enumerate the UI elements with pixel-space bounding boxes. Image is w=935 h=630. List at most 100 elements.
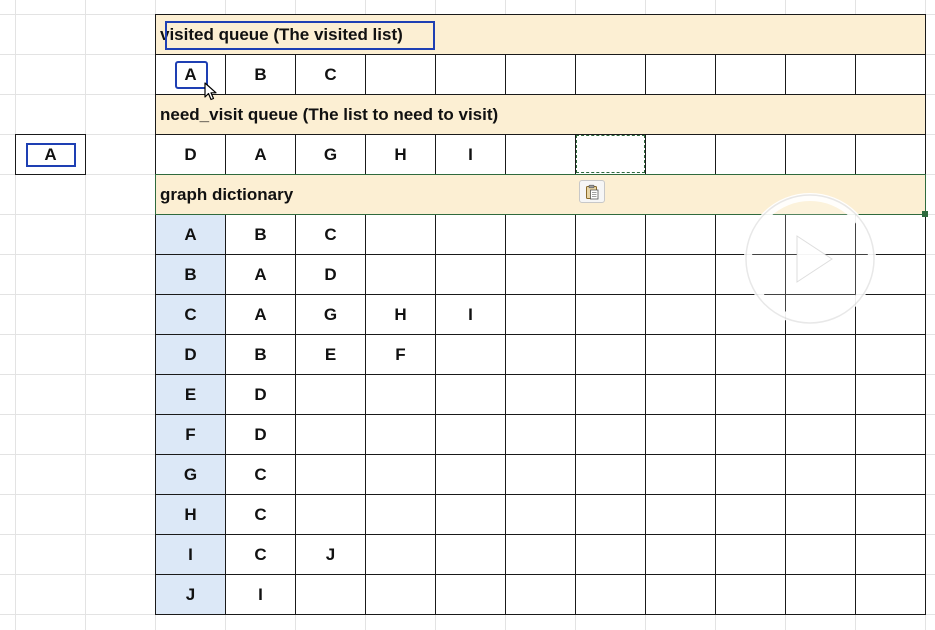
graph-neighbor-cell[interactable] bbox=[645, 454, 716, 495]
graph-neighbor-cell[interactable] bbox=[785, 374, 856, 415]
graph-key-cell[interactable]: D bbox=[155, 334, 226, 375]
graph-neighbor-cell[interactable] bbox=[575, 414, 646, 455]
graph-neighbor-cell[interactable]: G bbox=[295, 294, 366, 335]
graph-neighbor-cell[interactable] bbox=[575, 454, 646, 495]
graph-neighbor-cell[interactable] bbox=[505, 214, 576, 255]
graph-key-cell[interactable]: J bbox=[155, 574, 226, 615]
graph-neighbor-cell[interactable] bbox=[715, 574, 786, 615]
graph-neighbor-cell[interactable] bbox=[435, 454, 506, 495]
visited-cell[interactable] bbox=[785, 54, 856, 95]
graph-neighbor-cell[interactable]: A bbox=[225, 294, 296, 335]
graph-neighbor-cell[interactable] bbox=[505, 254, 576, 295]
graph-neighbor-cell[interactable]: I bbox=[435, 294, 506, 335]
graph-neighbor-cell[interactable] bbox=[365, 574, 436, 615]
graph-key-cell[interactable]: I bbox=[155, 534, 226, 575]
graph-key-cell[interactable]: G bbox=[155, 454, 226, 495]
fill-handle[interactable] bbox=[922, 211, 928, 217]
graph-neighbor-cell[interactable]: H bbox=[365, 294, 436, 335]
graph-neighbor-cell[interactable] bbox=[715, 334, 786, 375]
graph-neighbor-cell[interactable] bbox=[295, 574, 366, 615]
graph-key-cell[interactable]: F bbox=[155, 414, 226, 455]
graph-neighbor-cell[interactable] bbox=[505, 494, 576, 535]
graph-neighbor-cell[interactable]: D bbox=[225, 374, 296, 415]
graph-neighbor-cell[interactable] bbox=[575, 294, 646, 335]
visited-cell[interactable] bbox=[715, 54, 786, 95]
need-visit-cell[interactable] bbox=[785, 134, 856, 175]
graph-neighbor-cell[interactable] bbox=[575, 534, 646, 575]
graph-neighbor-cell[interactable]: E bbox=[295, 334, 366, 375]
graph-neighbor-cell[interactable] bbox=[645, 294, 716, 335]
graph-neighbor-cell[interactable] bbox=[785, 414, 856, 455]
graph-neighbor-cell[interactable]: C bbox=[225, 494, 296, 535]
graph-neighbor-cell[interactable] bbox=[575, 214, 646, 255]
graph-key-cell[interactable]: C bbox=[155, 294, 226, 335]
graph-neighbor-cell[interactable] bbox=[575, 254, 646, 295]
graph-neighbor-cell[interactable]: J bbox=[295, 534, 366, 575]
graph-neighbor-cell[interactable] bbox=[435, 494, 506, 535]
graph-neighbor-cell[interactable]: C bbox=[295, 214, 366, 255]
graph-neighbor-cell[interactable] bbox=[365, 454, 436, 495]
need-visit-cell[interactable]: I bbox=[435, 134, 506, 175]
graph-key-cell[interactable]: A bbox=[155, 214, 226, 255]
graph-neighbor-cell[interactable] bbox=[365, 414, 436, 455]
graph-neighbor-cell[interactable] bbox=[645, 214, 716, 255]
graph-neighbor-cell[interactable]: C bbox=[225, 454, 296, 495]
graph-neighbor-cell[interactable] bbox=[715, 414, 786, 455]
graph-neighbor-cell[interactable] bbox=[435, 414, 506, 455]
graph-neighbor-cell[interactable] bbox=[435, 334, 506, 375]
play-icon[interactable] bbox=[742, 191, 878, 327]
graph-neighbor-cell[interactable] bbox=[855, 454, 926, 495]
graph-neighbor-cell[interactable] bbox=[295, 494, 366, 535]
graph-neighbor-cell[interactable] bbox=[785, 494, 856, 535]
graph-neighbor-cell[interactable] bbox=[505, 534, 576, 575]
graph-neighbor-cell[interactable] bbox=[785, 334, 856, 375]
need-visit-cell[interactable]: D bbox=[155, 134, 226, 175]
visited-cell[interactable] bbox=[645, 54, 716, 95]
graph-neighbor-cell[interactable] bbox=[575, 374, 646, 415]
visited-cell[interactable]: C bbox=[295, 54, 366, 95]
graph-neighbor-cell[interactable] bbox=[575, 574, 646, 615]
graph-neighbor-cell[interactable] bbox=[365, 534, 436, 575]
visited-cell[interactable]: B bbox=[225, 54, 296, 95]
need-visit-cell[interactable]: H bbox=[365, 134, 436, 175]
graph-neighbor-cell[interactable] bbox=[715, 494, 786, 535]
graph-neighbor-cell[interactable] bbox=[365, 214, 436, 255]
graph-neighbor-cell[interactable] bbox=[645, 254, 716, 295]
graph-key-cell[interactable]: E bbox=[155, 374, 226, 415]
graph-neighbor-cell[interactable]: A bbox=[225, 254, 296, 295]
graph-neighbor-cell[interactable] bbox=[785, 454, 856, 495]
graph-neighbor-cell[interactable] bbox=[505, 454, 576, 495]
graph-neighbor-cell[interactable] bbox=[295, 374, 366, 415]
graph-neighbor-cell[interactable] bbox=[505, 414, 576, 455]
visited-cell[interactable] bbox=[575, 54, 646, 95]
graph-neighbor-cell[interactable] bbox=[645, 494, 716, 535]
graph-neighbor-cell[interactable] bbox=[505, 574, 576, 615]
graph-neighbor-cell[interactable] bbox=[435, 534, 506, 575]
need-visit-cell[interactable] bbox=[645, 134, 716, 175]
graph-neighbor-cell[interactable] bbox=[785, 534, 856, 575]
visited-cell[interactable] bbox=[435, 54, 506, 95]
graph-neighbor-cell[interactable] bbox=[365, 254, 436, 295]
graph-neighbor-cell[interactable] bbox=[855, 574, 926, 615]
visited-cell[interactable] bbox=[855, 54, 926, 95]
graph-neighbor-cell[interactable] bbox=[645, 374, 716, 415]
graph-neighbor-cell[interactable]: D bbox=[225, 414, 296, 455]
graph-neighbor-cell[interactable]: F bbox=[365, 334, 436, 375]
graph-neighbor-cell[interactable] bbox=[505, 294, 576, 335]
graph-neighbor-cell[interactable] bbox=[645, 574, 716, 615]
graph-neighbor-cell[interactable] bbox=[295, 454, 366, 495]
graph-neighbor-cell[interactable] bbox=[645, 534, 716, 575]
graph-neighbor-cell[interactable] bbox=[575, 334, 646, 375]
graph-key-cell[interactable]: H bbox=[155, 494, 226, 535]
graph-neighbor-cell[interactable] bbox=[855, 334, 926, 375]
need-visit-cell[interactable] bbox=[855, 134, 926, 175]
need-visit-cell[interactable] bbox=[505, 134, 576, 175]
graph-neighbor-cell[interactable]: D bbox=[295, 254, 366, 295]
visited-cell[interactable] bbox=[365, 54, 436, 95]
graph-neighbor-cell[interactable]: C bbox=[225, 534, 296, 575]
graph-neighbor-cell[interactable] bbox=[855, 534, 926, 575]
graph-neighbor-cell[interactable] bbox=[575, 494, 646, 535]
graph-neighbor-cell[interactable]: B bbox=[225, 214, 296, 255]
graph-neighbor-cell[interactable] bbox=[715, 454, 786, 495]
graph-neighbor-cell[interactable] bbox=[435, 574, 506, 615]
